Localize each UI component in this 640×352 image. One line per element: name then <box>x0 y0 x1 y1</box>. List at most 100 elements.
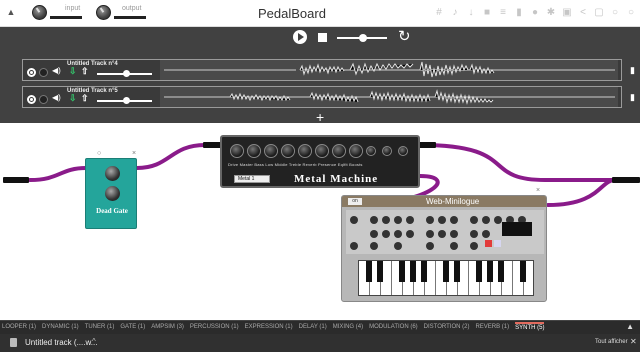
synth-knob[interactable] <box>406 216 414 224</box>
dead-gate-pedal[interactable]: Dead Gate <box>85 158 137 229</box>
export-icon[interactable]: ▣ <box>562 7 572 18</box>
microphone-icon[interactable]: ↓ <box>466 7 476 18</box>
category-tab[interactable]: DYNAMIC (1) <box>42 322 79 333</box>
delete-track-icon[interactable]: ▮ <box>630 92 638 102</box>
music-note-icon[interactable]: ♪ <box>450 7 460 18</box>
download-icon[interactable]: ⇩ <box>69 66 77 77</box>
category-tab[interactable]: AMPSIM (3) <box>151 322 184 333</box>
amp-knob[interactable] <box>264 144 278 158</box>
delete-track-icon[interactable]: ▮ <box>630 65 638 75</box>
list-icon[interactable]: ≡ <box>498 7 508 18</box>
synth-knob[interactable] <box>370 242 378 250</box>
category-tab[interactable]: MODULATION (6) <box>369 322 418 333</box>
close-plugin-icon[interactable]: × <box>536 187 540 194</box>
synth-knob[interactable] <box>482 216 490 224</box>
speaker-icon[interactable]: ◀) <box>52 66 61 75</box>
synth-knob[interactable] <box>394 216 402 224</box>
synth-knob[interactable] <box>494 216 502 224</box>
amp-knob[interactable] <box>281 144 295 158</box>
download-file-name[interactable]: Untitled track (....w... <box>25 338 97 347</box>
upload-icon[interactable]: ⇧ <box>81 93 89 104</box>
web-minilogue-synth[interactable]: on Web-Minilogue <box>341 195 547 302</box>
close-plugin-icon[interactable]: × <box>132 150 136 157</box>
synth-red-button[interactable] <box>485 240 492 247</box>
synth-knob[interactable] <box>426 230 434 238</box>
synth-knob[interactable] <box>426 242 434 250</box>
synth-knob[interactable] <box>406 230 414 238</box>
play-icon[interactable] <box>293 30 307 44</box>
collapse-chevron-icon[interactable]: ▲ <box>6 7 16 17</box>
pedal-knob[interactable] <box>105 186 120 201</box>
synth-knob[interactable] <box>394 230 402 238</box>
category-tab[interactable]: DELAY (1) <box>299 322 327 333</box>
stop-icon[interactable] <box>318 33 327 42</box>
amp-knob[interactable] <box>230 144 244 158</box>
amp-knob[interactable] <box>247 144 261 158</box>
category-tab[interactable]: SYNTH (5) <box>515 322 545 333</box>
grid-icon[interactable]: # <box>434 7 444 18</box>
trash-icon[interactable]: ▮ <box>514 7 524 18</box>
close-plugin-icon[interactable]: ○ <box>97 150 101 157</box>
output-volume-knob[interactable] <box>96 5 111 20</box>
amp-input-jack[interactable] <box>203 142 221 148</box>
synth-program-button[interactable] <box>494 240 501 247</box>
output-level-slider[interactable] <box>114 16 146 19</box>
amp-knob[interactable] <box>315 144 329 158</box>
info-icon[interactable]: ● <box>530 7 540 18</box>
zoom-out-icon[interactable]: ○ <box>626 7 636 18</box>
synth-knob[interactable] <box>370 216 378 224</box>
show-all-button[interactable]: Tout afficher <box>595 339 628 345</box>
master-gain-slider[interactable] <box>337 34 387 42</box>
synth-knob[interactable] <box>370 230 378 238</box>
save-icon[interactable]: ■ <box>482 7 492 18</box>
chevron-up-icon[interactable]: ^ <box>92 337 96 346</box>
synth-knob[interactable] <box>382 230 390 238</box>
category-tab[interactable]: TUNER (1) <box>85 322 115 333</box>
amp-knob[interactable] <box>332 144 346 158</box>
synth-power-button[interactable]: on <box>348 198 362 205</box>
track-volume-slider[interactable] <box>97 70 152 77</box>
track-waveform[interactable] <box>160 87 618 107</box>
synth-knob[interactable] <box>482 230 490 238</box>
amp-output-jack[interactable] <box>418 142 436 148</box>
share-icon[interactable]: < <box>578 7 588 18</box>
synth-keyboard[interactable] <box>358 260 534 296</box>
record-icon[interactable] <box>27 68 36 77</box>
track-volume-slider[interactable] <box>97 97 152 104</box>
amp-knob[interactable] <box>366 146 376 156</box>
amp-knob[interactable] <box>398 146 408 156</box>
synth-knob[interactable] <box>438 230 446 238</box>
pedal-knob[interactable] <box>105 166 120 181</box>
input-volume-knob[interactable] <box>32 5 47 20</box>
synth-knob[interactable] <box>450 230 458 238</box>
amp-knob[interactable] <box>382 146 392 156</box>
track-pan-knob[interactable] <box>39 68 48 77</box>
audio-input-jack[interactable] <box>3 177 29 183</box>
synth-knob[interactable] <box>470 242 478 250</box>
category-tab[interactable]: MIXING (4) <box>333 322 363 333</box>
track-pan-knob[interactable] <box>39 95 48 104</box>
category-tab[interactable]: EXPRESSION (1) <box>245 322 293 333</box>
audio-output-jack[interactable] <box>612 177 640 183</box>
fullscreen-icon[interactable]: ▢ <box>594 7 604 18</box>
synth-knob[interactable] <box>470 216 478 224</box>
metal-machine-amp[interactable]: Drive Master Bass Low Middle Treble Reve… <box>220 135 420 188</box>
category-tab[interactable]: REVERB (1) <box>475 322 509 333</box>
synth-knob[interactable] <box>394 242 402 250</box>
expand-up-icon[interactable]: ▲ <box>626 322 634 331</box>
add-track-icon[interactable]: + <box>316 110 324 124</box>
synth-knob[interactable] <box>350 242 358 250</box>
track-waveform[interactable] <box>160 60 618 80</box>
upload-icon[interactable]: ⇧ <box>81 66 89 77</box>
close-icon[interactable]: ✕ <box>630 337 637 346</box>
reload-icon[interactable]: ↻ <box>398 29 411 45</box>
synth-knob[interactable] <box>426 216 434 224</box>
amp-knob[interactable] <box>298 144 312 158</box>
synth-knob[interactable] <box>382 216 390 224</box>
input-level-slider[interactable] <box>50 16 82 19</box>
speaker-icon[interactable]: ◀) <box>52 93 61 102</box>
amp-knob[interactable] <box>349 144 363 158</box>
category-tab[interactable]: PERCUSSION (1) <box>190 322 239 333</box>
synth-knob[interactable] <box>350 216 358 224</box>
category-tab[interactable]: GATE (1) <box>120 322 145 333</box>
